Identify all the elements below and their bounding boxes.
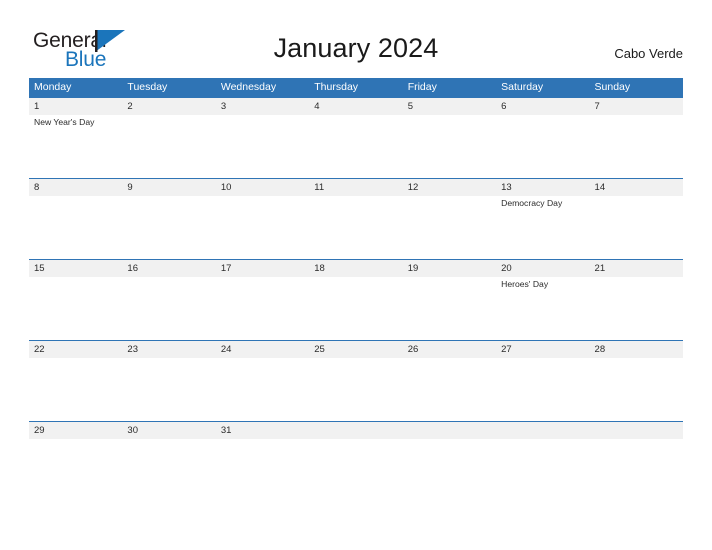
day-number[interactable]: 4 (309, 98, 402, 115)
week-row: 29 30 31 (29, 421, 683, 443)
week-date-band: 1 2 3 4 5 6 7 (29, 98, 683, 115)
day-number[interactable]: 18 (309, 260, 402, 277)
day-event (216, 358, 309, 421)
day-number[interactable]: 2 (122, 98, 215, 115)
day-number[interactable]: 14 (590, 179, 683, 196)
day-event (309, 358, 402, 421)
calendar-grid: Monday Tuesday Wednesday Thursday Friday… (29, 78, 683, 443)
day-event (216, 277, 309, 340)
day-number[interactable]: 20 (496, 260, 589, 277)
day-event (590, 115, 683, 178)
weekday-monday: Monday (34, 81, 72, 93)
day-number-empty (590, 422, 683, 439)
day-number[interactable]: 26 (403, 341, 496, 358)
day-event (216, 196, 309, 259)
day-event (590, 358, 683, 421)
weekday-wednesday: Wednesday (220, 81, 277, 93)
weekday-sunday: Sunday (594, 81, 631, 93)
day-event (122, 358, 215, 421)
day-event (590, 196, 683, 259)
day-event (122, 196, 215, 259)
page-title: January 2024 (273, 33, 439, 63)
day-number[interactable]: 1 (29, 98, 122, 115)
weekday-saturday: Saturday (501, 81, 544, 93)
day-number[interactable]: 28 (590, 341, 683, 358)
day-event (309, 115, 402, 178)
day-number[interactable]: 24 (216, 341, 309, 358)
day-number[interactable]: 17 (216, 260, 309, 277)
weekday-header-row: Monday Tuesday Wednesday Thursday Friday… (29, 78, 683, 97)
day-event (590, 277, 683, 340)
day-number[interactable]: 29 (29, 422, 122, 439)
day-number[interactable]: 23 (122, 341, 215, 358)
day-number[interactable]: 30 (122, 422, 215, 439)
day-number[interactable]: 31 (216, 422, 309, 439)
day-number-empty (309, 422, 402, 439)
day-event (29, 358, 122, 421)
day-event (403, 277, 496, 340)
week-event-band: Heroes' Day (29, 277, 683, 340)
week-date-band: 29 30 31 (29, 422, 683, 439)
calendar-page: General Blue January 2024 Cabo Verde Mon… (0, 0, 712, 550)
week-event-band: New Year's Day (29, 115, 683, 178)
day-number[interactable]: 9 (122, 179, 215, 196)
day-number[interactable]: 5 (403, 98, 496, 115)
day-number[interactable]: 7 (590, 98, 683, 115)
day-number[interactable]: 25 (309, 341, 402, 358)
page-header: General Blue January 2024 Cabo Verde (0, 0, 712, 76)
week-row: 22 23 24 25 26 27 28 (29, 340, 683, 421)
day-number[interactable]: 3 (216, 98, 309, 115)
day-number[interactable]: 16 (122, 260, 215, 277)
week-date-band: 22 23 24 25 26 27 28 (29, 341, 683, 358)
weekday-tuesday: Tuesday (127, 81, 168, 93)
day-event (216, 115, 309, 178)
calendar-location: Cabo Verde (614, 46, 683, 61)
day-number[interactable]: 11 (309, 179, 402, 196)
day-number[interactable]: 6 (496, 98, 589, 115)
day-event (403, 358, 496, 421)
day-number[interactable]: 19 (403, 260, 496, 277)
weekday-thursday: Thursday (314, 81, 359, 93)
day-number[interactable]: 13 (496, 179, 589, 196)
day-number-empty (496, 422, 589, 439)
day-event (29, 277, 122, 340)
day-event (496, 358, 589, 421)
day-event (403, 196, 496, 259)
day-event: Heroes' Day (501, 279, 549, 289)
day-event (122, 277, 215, 340)
day-event (309, 196, 402, 259)
weekday-friday: Friday (407, 81, 437, 93)
week-event-band: Democracy Day (29, 196, 683, 259)
week-row: 1 2 3 4 5 6 7 New Year's Day (29, 97, 683, 178)
week-row: 8 9 10 11 12 13 14 Democracy Day (29, 178, 683, 259)
day-event: Democracy Day (501, 198, 563, 208)
day-number[interactable]: 8 (29, 179, 122, 196)
day-event (29, 196, 122, 259)
day-number[interactable]: 10 (216, 179, 309, 196)
day-number-empty (403, 422, 496, 439)
day-number[interactable]: 27 (496, 341, 589, 358)
week-event-band (29, 358, 683, 421)
day-event (403, 115, 496, 178)
day-number[interactable]: 21 (590, 260, 683, 277)
week-date-band: 8 9 10 11 12 13 14 (29, 179, 683, 196)
day-event (122, 115, 215, 178)
day-event (496, 115, 589, 178)
day-number[interactable]: 22 (29, 341, 122, 358)
day-number[interactable]: 12 (403, 179, 496, 196)
day-event (309, 277, 402, 340)
day-event: New Year's Day (34, 117, 95, 127)
day-number[interactable]: 15 (29, 260, 122, 277)
week-row: 15 16 17 18 19 20 21 Heroes' Day (29, 259, 683, 340)
week-date-band: 15 16 17 18 19 20 21 (29, 260, 683, 277)
